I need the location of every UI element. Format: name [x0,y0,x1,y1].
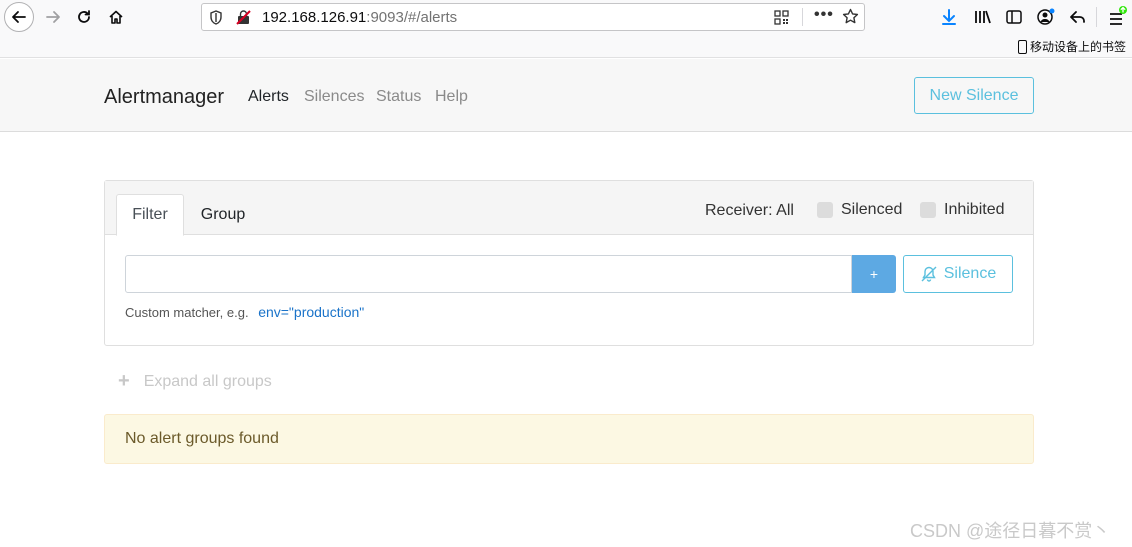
url-path: :9093/#/alerts [366,9,458,26]
matcher-hint: Custom matcher, e.g. env="production" [125,304,364,320]
arrow-left-icon [12,11,26,23]
mobile-bookmarks-label: 移动设备上的书签 [1029,40,1126,54]
undo-icon[interactable] [1067,6,1089,28]
app-navbar: Alertmanager Alerts Silences Status Help… [0,59,1132,132]
plus-icon: + [118,370,130,392]
inhibited-label: Inhibited [944,201,1005,218]
silence-button[interactable]: Silence [903,255,1013,293]
nav-alerts[interactable]: Alerts [248,88,289,106]
brand-logo[interactable]: Alertmanager [104,86,224,109]
matcher-hint-text: Custom matcher, e.g. [125,305,249,320]
matcher-example-link[interactable]: env="production" [258,304,364,320]
bookmark-star-icon[interactable] [842,8,859,30]
bell-slash-icon [921,266,937,282]
silenced-checkbox-box[interactable] [817,202,833,218]
forward-button[interactable] [39,3,67,31]
url-text[interactable]: 192.168.126.91:9093/#/alerts [262,9,457,26]
expand-all-groups-label: Expand all groups [143,372,272,390]
back-button[interactable] [4,2,34,32]
qr-code-icon[interactable] [774,10,789,30]
new-silence-button[interactable]: New Silence [914,77,1034,114]
inhibited-checkbox-box[interactable] [920,202,936,218]
tab-filter[interactable]: Filter [116,194,184,236]
silenced-label: Silenced [841,201,903,218]
hamburger-menu-icon[interactable] [1107,6,1129,28]
nav-status[interactable]: Status [376,88,421,106]
receiver-selector[interactable]: Receiver: All [705,202,794,220]
matcher-input[interactable] [125,255,852,293]
silenced-checkbox[interactable]: Silenced [817,201,902,219]
url-host: 192.168.126.91 [262,9,367,26]
tab-group[interactable]: Group [191,194,255,236]
nav-silences[interactable]: Silences [304,88,364,106]
mobile-bookmarks-folder[interactable]: 移动设备上的书签 [1017,38,1126,55]
inhibited-checkbox[interactable]: Inhibited [920,201,1005,219]
no-alerts-message: No alert groups found [104,414,1034,464]
shield-icon[interactable] [209,10,223,30]
expand-all-groups-button[interactable]: + Expand all groups [118,370,272,393]
sidebar-icon[interactable] [1003,6,1025,28]
home-icon [109,10,123,24]
nav-help[interactable]: Help [435,88,468,106]
add-matcher-button[interactable]: + [852,255,896,293]
reload-button[interactable] [70,3,98,31]
url-bar[interactable]: 192.168.126.91:9093/#/alerts ••• [201,3,865,31]
url-separator [802,8,803,26]
bookmarks-bar: 移动设备上的书签 [0,34,1132,58]
arrow-right-icon [46,11,60,23]
home-button[interactable] [102,3,130,31]
browser-toolbar: 192.168.126.91:9093/#/alerts ••• [0,0,1132,34]
toolbar-separator [1096,7,1097,27]
filter-card-header: Filter Group Receiver: All Silenced Inhi… [105,181,1033,236]
mobile-phone-icon [1017,39,1027,54]
filter-card: Filter Group Receiver: All Silenced Inhi… [104,180,1034,346]
library-icon[interactable] [972,6,994,28]
download-icon[interactable] [938,6,960,28]
reload-icon [78,10,90,23]
account-icon[interactable] [1035,6,1057,28]
insecure-lock-icon[interactable] [236,10,251,30]
watermark: CSDN @途径日暮不赏丶 [910,521,1111,541]
silence-button-label: Silence [943,265,997,282]
page-actions-icon[interactable]: ••• [814,6,834,24]
